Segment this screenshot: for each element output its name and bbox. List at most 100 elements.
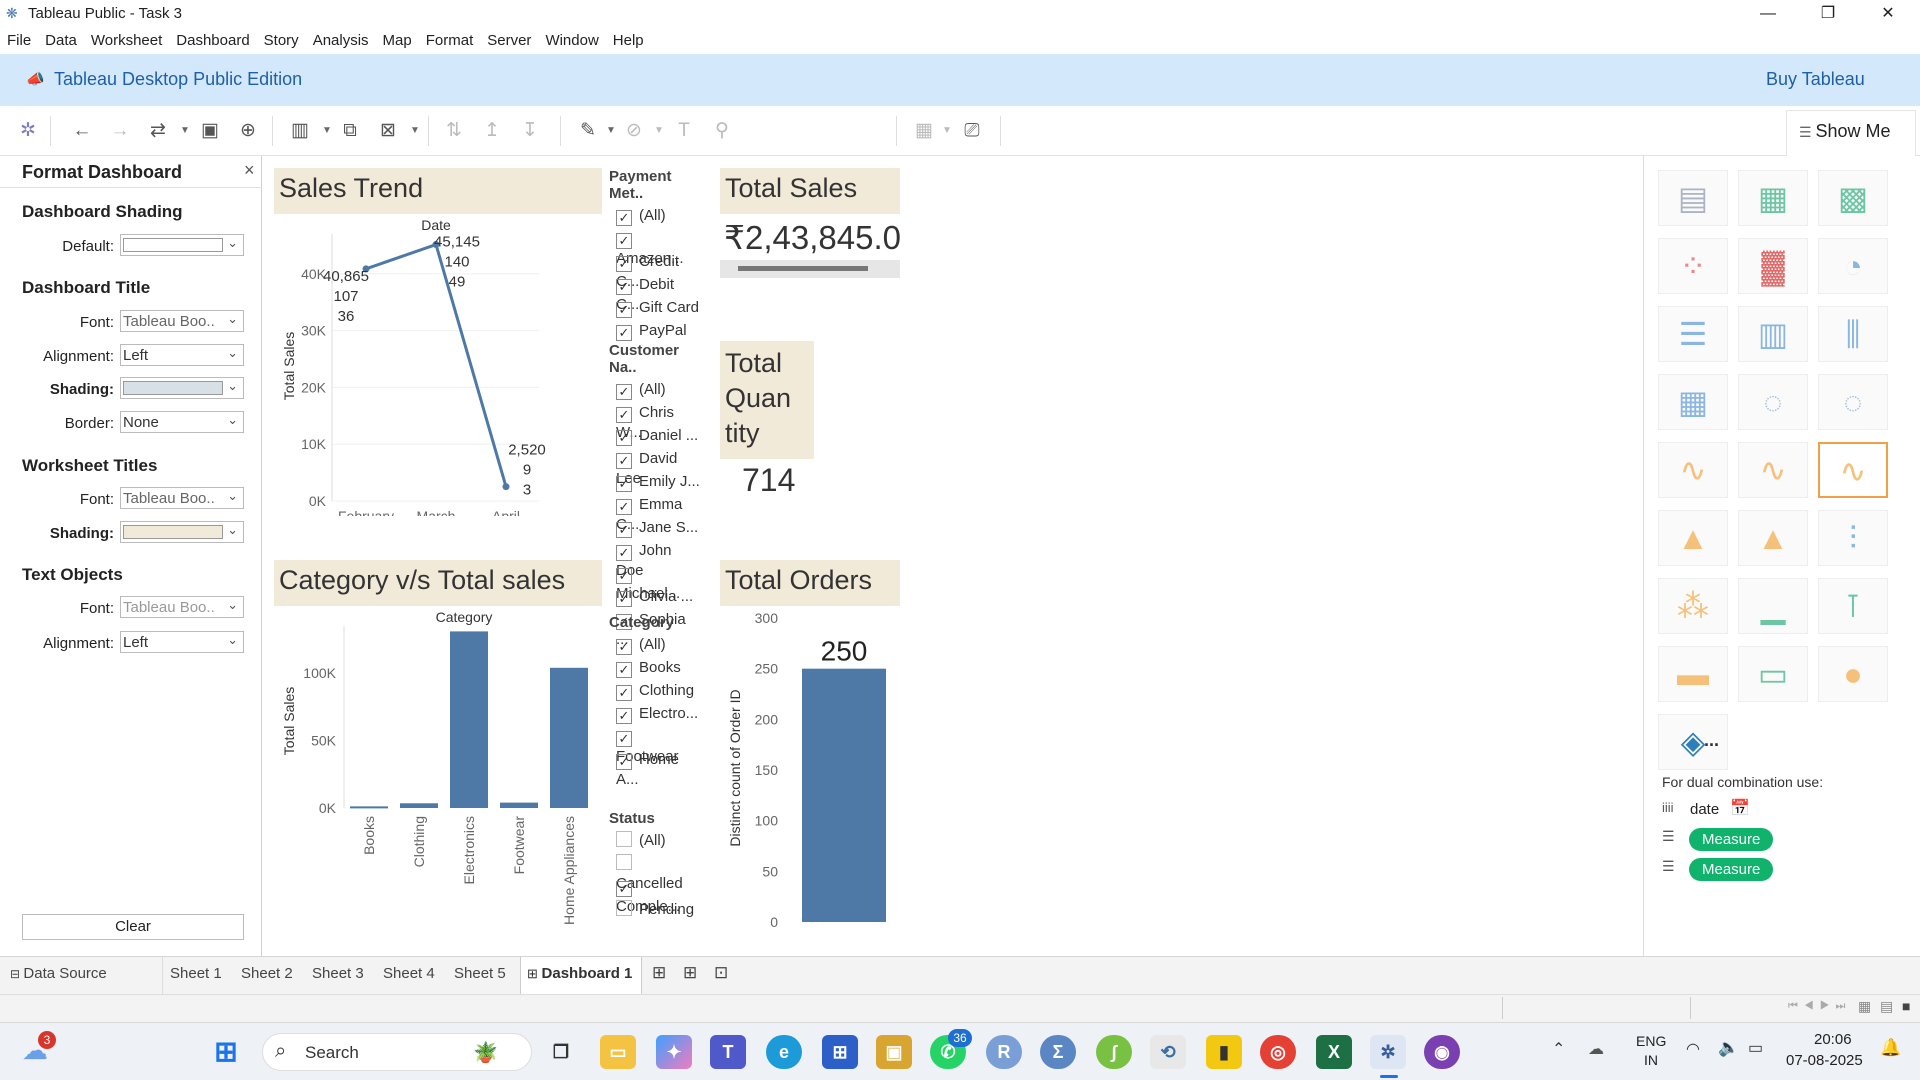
box-and-whisker-icon[interactable]: ⊺: [1818, 578, 1888, 634]
tab-navigation-icon[interactable]: ⏮◀▶⏭: [1788, 1000, 1851, 1013]
group-icon[interactable]: ⊘: [620, 118, 648, 144]
store-icon[interactable]: ⊞: [822, 1035, 858, 1069]
sheet-1-tab[interactable]: Sheet 1: [170, 965, 222, 982]
filter-option[interactable]: ✓ Home A...: [609, 750, 701, 788]
checkbox-unchecked-icon[interactable]: [616, 831, 632, 847]
filter-option[interactable]: ✓ Clothing: [609, 681, 701, 704]
highlight-dropdown-icon[interactable]: ▼: [606, 118, 616, 144]
copilot-icon[interactable]: ✦: [656, 1035, 692, 1069]
sort-descending-icon[interactable]: ↧: [516, 118, 544, 144]
clock-date[interactable]: 07-08-2025: [1786, 1052, 1863, 1069]
python-icon[interactable]: ⟲: [1150, 1035, 1186, 1069]
checkbox-checked-icon[interactable]: ✓: [616, 731, 632, 747]
duplicate-icon[interactable]: ⧉: [336, 118, 364, 144]
checkbox-checked-icon[interactable]: ✓: [616, 325, 632, 341]
tableau-taskbar-icon[interactable]: ✲: [1370, 1035, 1406, 1069]
scatter-plot-icon[interactable]: ⁂: [1658, 578, 1728, 634]
new-dashboard-icon[interactable]: ⊞: [683, 963, 697, 983]
filter-option[interactable]: ✓ Credit C...: [609, 252, 701, 290]
sheet-2-tab[interactable]: Sheet 2: [241, 965, 293, 982]
replay-dropdown-icon[interactable]: ▼: [180, 118, 190, 144]
title-font-select[interactable]: Tableau Boo.. ⌄: [120, 310, 244, 332]
bullet-graph-icon[interactable]: ▭: [1738, 646, 1808, 702]
task-view-icon[interactable]: ❐: [543, 1035, 579, 1069]
filmstrip-icon[interactable]: ▤: [1880, 998, 1893, 1015]
windows-start-icon[interactable]: ⊞: [208, 1035, 244, 1069]
tabs-view-icon[interactable]: ■: [1902, 998, 1910, 1014]
checkbox-checked-icon[interactable]: ✓: [616, 881, 632, 897]
clock-time[interactable]: 20:06: [1814, 1031, 1852, 1048]
onedrive-icon[interactable]: ☁: [1588, 1039, 1604, 1059]
horizontal-bars-icon[interactable]: ☰: [1658, 306, 1728, 362]
new-datasource-icon[interactable]: ⊕: [234, 118, 262, 144]
ws-shading-select[interactable]: ⌄: [120, 521, 244, 543]
filter-option[interactable]: ✓ (All): [609, 206, 701, 229]
checkbox-unchecked-icon[interactable]: [616, 854, 632, 870]
filled-map-icon[interactable]: ▓: [1738, 238, 1808, 294]
menu-format[interactable]: Format: [418, 28, 480, 49]
data-source-tab[interactable]: ⊟ Data Source: [10, 965, 107, 982]
sheet-4-tab[interactable]: Sheet 4: [383, 965, 435, 982]
menu-worksheet[interactable]: Worksheet: [83, 28, 168, 49]
clear-sheet-dropdown-icon[interactable]: ▼: [410, 118, 420, 144]
tableau-home-icon[interactable]: ✲: [14, 118, 42, 144]
checkbox-checked-icon[interactable]: ✓: [616, 210, 632, 226]
filter-option[interactable]: ✓ Debit C...: [609, 275, 701, 313]
menu-help[interactable]: Help: [605, 28, 650, 49]
chrome-icon[interactable]: ◎: [1260, 1035, 1296, 1069]
sort-ascending-icon[interactable]: ↥: [478, 118, 506, 144]
dashboard-1-tab[interactable]: ⊞ Dashboard 1: [520, 957, 642, 995]
checkbox-checked-icon[interactable]: ✓: [616, 545, 632, 561]
clear-button[interactable]: Clear: [22, 914, 244, 940]
group-dropdown-icon[interactable]: ▼: [654, 118, 664, 144]
filter-option[interactable]: ✓ Jane S...: [609, 518, 701, 541]
checkbox-checked-icon[interactable]: ✓: [616, 476, 632, 492]
calculator-app-icon[interactable]: Σ: [1040, 1035, 1076, 1069]
menu-dashboard[interactable]: Dashboard: [168, 28, 255, 49]
menu-server[interactable]: Server: [479, 28, 537, 49]
filter-option[interactable]: ✓ Olivia ...: [609, 587, 701, 610]
total-orders-chart[interactable]: Distinct count of Order ID 300 250 200 150 10…: [720, 608, 910, 953]
close-format-pane-button[interactable]: ×: [244, 160, 255, 181]
discrete-lines-icon[interactable]: ∿: [1738, 442, 1808, 498]
sheet-5-tab[interactable]: Sheet 5: [454, 965, 506, 982]
clear-sheet-icon[interactable]: ⊠: [374, 118, 402, 144]
save-icon[interactable]: ▣: [196, 118, 224, 144]
category-sales-chart[interactable]: Category Total Sales 100K 50K 0K Books Clothin…: [274, 606, 612, 951]
filter-option[interactable]: ✓ David Lee: [609, 449, 701, 487]
menu-data[interactable]: Data: [37, 28, 83, 49]
checkbox-checked-icon[interactable]: ✓: [616, 662, 632, 678]
filter-option[interactable]: ✓ Gift Card: [609, 298, 701, 321]
filter-option[interactable]: ✓ PayPal: [609, 321, 701, 344]
checkbox-checked-icon[interactable]: ✓: [616, 591, 632, 607]
wifi-icon[interactable]: ◠: [1686, 1039, 1700, 1059]
checkbox-checked-icon[interactable]: ✓: [616, 568, 632, 584]
restore-button[interactable]: ❐: [1800, 0, 1856, 28]
text-alignment-select[interactable]: Left ⌄: [120, 631, 244, 653]
pin-icon[interactable]: ⚲: [708, 118, 736, 144]
title-border-select[interactable]: None ⌄: [120, 411, 244, 433]
area-continuous-icon[interactable]: ▲: [1658, 510, 1728, 566]
gantt-chart-icon[interactable]: ▬: [1658, 646, 1728, 702]
menu-analysis[interactable]: Analysis: [305, 28, 375, 49]
teams-icon[interactable]: T: [710, 1035, 746, 1069]
sheet-sorter-icon[interactable]: ▦: [1858, 998, 1871, 1015]
highlight-icon[interactable]: ✎: [574, 118, 602, 144]
language-line-1[interactable]: ENG: [1636, 1033, 1666, 1049]
buy-tableau-link[interactable]: Buy Tableau: [1766, 69, 1865, 90]
power-bi-icon[interactable]: ▮: [1206, 1035, 1242, 1069]
sheet-3-tab[interactable]: Sheet 3: [312, 965, 364, 982]
replay-icon[interactable]: ⇄: [144, 118, 172, 144]
checkbox-checked-icon[interactable]: ✓: [616, 279, 632, 295]
file-explorer-icon[interactable]: ▭: [600, 1035, 636, 1069]
filter-option[interactable]: ✓Amazon...: [609, 229, 701, 267]
label-icon[interactable]: T: [670, 118, 698, 144]
checkbox-checked-icon[interactable]: ✓: [616, 407, 632, 423]
filter-option[interactable]: Pending: [609, 900, 701, 923]
checkbox-checked-icon[interactable]: ✓: [616, 256, 632, 272]
heat-map-icon[interactable]: ▦: [1738, 170, 1808, 226]
checkbox-checked-icon[interactable]: ✓: [616, 233, 632, 249]
new-worksheet-icon[interactable]: ⊞: [652, 963, 666, 983]
histogram-icon[interactable]: ▁: [1738, 578, 1808, 634]
new-worksheet-icon[interactable]: ▥: [286, 118, 314, 144]
